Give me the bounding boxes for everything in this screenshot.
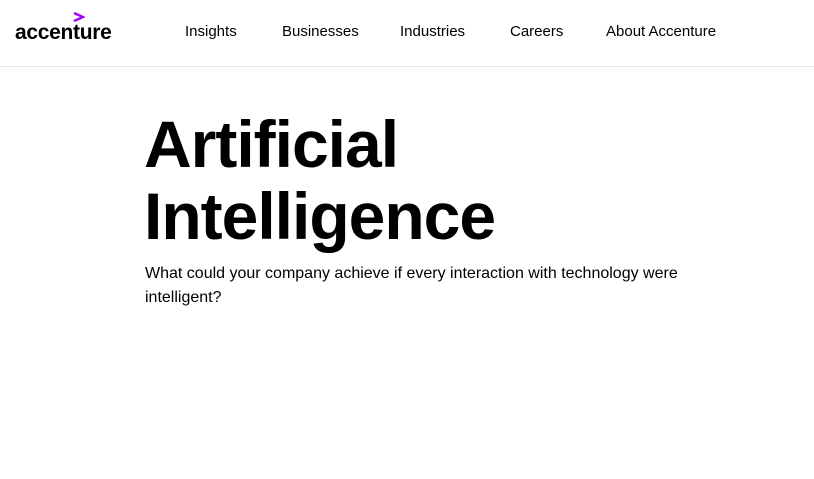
accenture-logo[interactable]: accenture [15, 12, 125, 44]
logo-wordmark: accenture [15, 21, 112, 44]
nav-item-about-accenture[interactable]: About Accenture [606, 22, 716, 42]
page-title-line-2: Intelligence [144, 179, 496, 253]
nav-item-businesses[interactable]: Businesses [282, 22, 359, 42]
top-navigation-bar: accenture Insights Businesses Industries… [0, 0, 814, 67]
nav-item-insights[interactable]: Insights [185, 22, 237, 42]
nav-item-careers[interactable]: Careers [510, 22, 563, 42]
nav-item-industries[interactable]: Industries [400, 22, 465, 42]
page-title-line-1: Artificial [144, 107, 399, 181]
page-title: Artificial Intelligence [144, 108, 704, 252]
page-subtitle: What could your company achieve if every… [145, 265, 678, 306]
